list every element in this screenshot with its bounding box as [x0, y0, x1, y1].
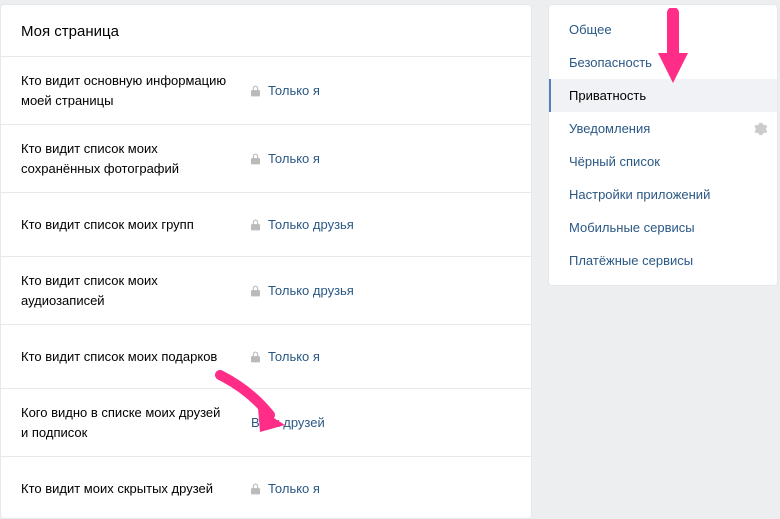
sidebar-item[interactable]: Безопасность — [549, 46, 777, 79]
privacy-setting-row: Кого видно в списке моих друзей и подпис… — [1, 388, 531, 456]
sidebar-item-label: Приватность — [569, 88, 646, 103]
setting-value-dropdown[interactable]: Только друзья — [251, 217, 354, 232]
sidebar-item[interactable]: Общее — [549, 13, 777, 46]
setting-label: Кто видит основную информацию моей стран… — [21, 71, 251, 110]
setting-label: Кого видно в списке моих друзей и подпис… — [21, 403, 251, 442]
settings-sidebar: Общее Безопасность Приватность Уведомления Ч… — [548, 4, 778, 286]
setting-value-dropdown[interactable]: Только я — [251, 151, 320, 166]
setting-value-dropdown[interactable]: Только я — [251, 349, 320, 364]
privacy-setting-row: Кто видит основную информацию моей стран… — [1, 56, 531, 124]
privacy-setting-row: Кто видит список моих подарковТолько я — [1, 324, 531, 388]
gear-icon[interactable] — [753, 122, 767, 136]
lock-icon — [251, 351, 260, 363]
setting-label: Кто видит список моих сохранённых фотогр… — [21, 139, 251, 178]
setting-value-dropdown[interactable]: Только я — [251, 481, 320, 496]
sidebar-item-label: Мобильные сервисы — [569, 220, 695, 235]
sidebar-item[interactable]: Уведомления — [549, 112, 777, 145]
sidebar-item[interactable]: Настройки приложений — [549, 178, 777, 211]
sidebar-item[interactable]: Приватность — [549, 79, 777, 112]
lock-icon — [251, 85, 260, 97]
sidebar-item-label: Платёжные сервисы — [569, 253, 693, 268]
privacy-settings-panel: Моя страница Кто видит основную информац… — [0, 4, 532, 519]
privacy-setting-row: Кто видит список моих группТолько друзья — [1, 192, 531, 256]
setting-label: Кто видит моих скрытых друзей — [21, 479, 251, 499]
setting-value-dropdown[interactable]: Всех друзей — [251, 415, 325, 430]
lock-icon — [251, 483, 260, 495]
setting-value-dropdown[interactable]: Только друзья — [251, 283, 354, 298]
lock-icon — [251, 219, 260, 231]
sidebar-item[interactable]: Мобильные сервисы — [549, 211, 777, 244]
sidebar-item[interactable]: Платёжные сервисы — [549, 244, 777, 277]
sidebar-item-label: Безопасность — [569, 55, 652, 70]
privacy-setting-row: Кто видит моих скрытых друзейТолько я — [1, 456, 531, 519]
setting-label: Кто видит список моих групп — [21, 215, 251, 235]
sidebar-item[interactable]: Чёрный список — [549, 145, 777, 178]
setting-label: Кто видит список моих подарков — [21, 347, 251, 367]
lock-icon — [251, 285, 260, 297]
page-title: Моя страница — [1, 5, 531, 56]
sidebar-item-label: Чёрный список — [569, 154, 660, 169]
sidebar-item-label: Настройки приложений — [569, 187, 710, 202]
privacy-setting-row: Кто видит список моих сохранённых фотогр… — [1, 124, 531, 192]
sidebar-item-label: Уведомления — [569, 121, 650, 136]
setting-value-dropdown[interactable]: Только я — [251, 83, 320, 98]
lock-icon — [251, 153, 260, 165]
privacy-setting-row: Кто видит список моих аудиозаписейТолько… — [1, 256, 531, 324]
sidebar-item-label: Общее — [569, 22, 612, 37]
setting-label: Кто видит список моих аудиозаписей — [21, 271, 251, 310]
